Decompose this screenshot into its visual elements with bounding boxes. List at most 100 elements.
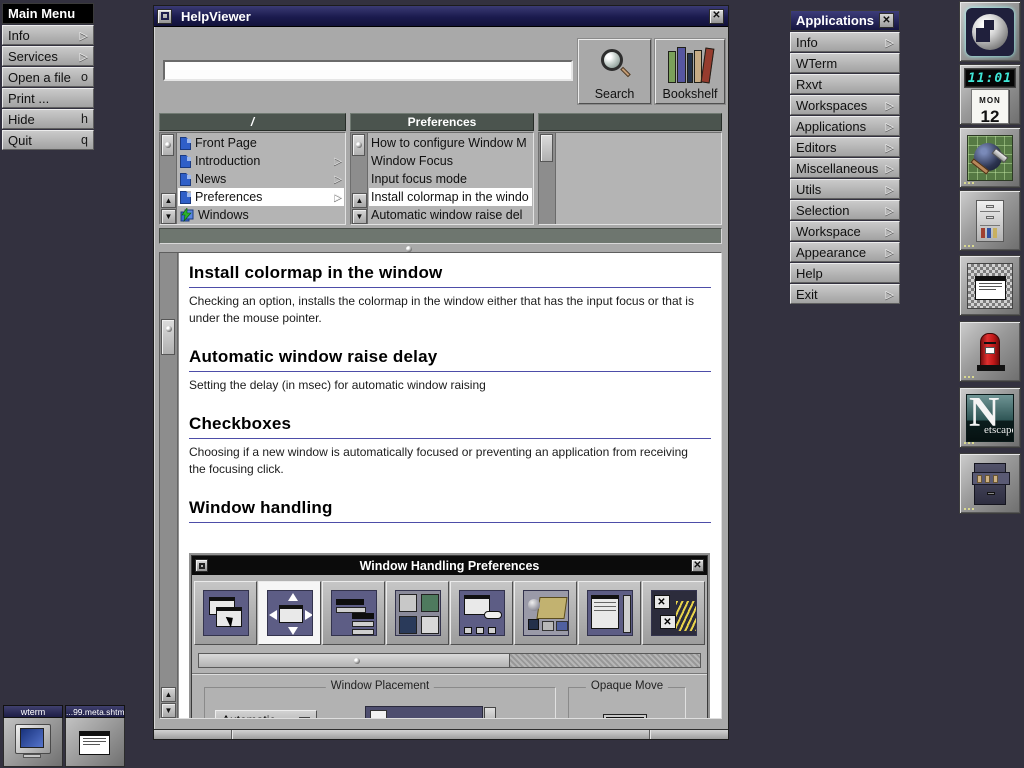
glyph [542, 621, 554, 631]
resize-grip [231, 730, 233, 739]
menu-item-quit[interactable]: Quit q [2, 130, 94, 150]
scroll-up-button[interactable]: ▲ [352, 193, 367, 208]
submenu-arrow-icon: ▷ [886, 120, 894, 133]
scrollbar-knob[interactable] [161, 134, 174, 156]
screenshot-pref-tab-expert: ✕ ✕ [642, 581, 705, 645]
column-scrollbar[interactable] [539, 133, 556, 224]
help-section: Checkboxes Choosing if a new window is a… [189, 414, 711, 478]
glyph [459, 590, 505, 636]
content-scrollbar[interactable]: ▲ ▼ [160, 253, 178, 718]
browser-horizontal-scrollbar[interactable] [159, 228, 722, 244]
search-icon-zone [579, 40, 650, 87]
dock-tile-gnustep-logo[interactable] [959, 1, 1021, 62]
menu-item-exit[interactable]: Exit ▷ [790, 284, 900, 304]
browser-rows: Front Page Introduction ▷ News ▷ Prefere… [178, 134, 344, 224]
list-item-preferences[interactable]: Preferences ▷ [178, 188, 344, 206]
menu-item-label: Services [8, 49, 80, 64]
search-input[interactable] [163, 60, 573, 81]
glyph [352, 621, 374, 627]
miniwindow-wterm[interactable]: wterm [3, 705, 63, 767]
column-scrollbar[interactable]: ▲ ▼ [160, 133, 177, 224]
bookshelf-button[interactable]: Bookshelf [655, 39, 725, 104]
dock-tile-mailbox[interactable] [959, 321, 1021, 382]
glyph [421, 616, 439, 634]
dock-tile-file-cabinet[interactable] [959, 190, 1021, 251]
menu-item-info[interactable]: Info ▷ [2, 25, 94, 45]
menu-item-label: Quit [8, 133, 81, 148]
main-menu-titlebar[interactable]: Main Menu [2, 3, 94, 24]
dock-tile-paint-app[interactable] [959, 127, 1021, 188]
scroll-up-button[interactable]: ▲ [161, 193, 176, 208]
glyph [528, 599, 540, 611]
screenshot-groups: Window Placement Automatic Opaque [192, 675, 707, 718]
list-item-news[interactable]: News ▷ [178, 170, 344, 188]
list-item-windows[interactable]: Windows [178, 206, 344, 224]
menu-item-services[interactable]: Services ▷ [2, 46, 94, 66]
menu-item-label: Rxvt [796, 77, 894, 92]
applications-menu: Applications ✕ Info ▷ WTerm Rxvt Workspa… [790, 10, 900, 304]
scroll-down-button[interactable]: ▼ [352, 209, 367, 224]
menu-item-selection[interactable]: Selection ▷ [790, 200, 900, 220]
menu-item-workspaces[interactable]: Workspaces ▷ [790, 95, 900, 115]
list-item-label: Input focus mode [371, 172, 467, 186]
book-glyph [677, 47, 686, 83]
miniwindow-document[interactable]: ...99.meta.shtml [65, 705, 125, 767]
dock-tile-text-editor[interactable] [959, 255, 1021, 316]
helpviewer-titlebar[interactable]: HelpViewer ✕ [154, 6, 728, 27]
menu-item-workspace[interactable]: Workspace ▷ [790, 221, 900, 241]
menu-item-miscellaneous[interactable]: Miscellaneous ▷ [790, 158, 900, 178]
miniaturize-button[interactable] [157, 9, 172, 24]
menu-item-label: Miscellaneous [796, 161, 886, 176]
screenshot-pref-tab-placement [258, 581, 321, 645]
screenshot-window-handling-preferences: Window Handling Preferences ✕ [191, 555, 708, 718]
menu-item-info[interactable]: Info ▷ [790, 32, 900, 52]
menu-item-rxvt[interactable]: Rxvt [790, 74, 900, 94]
list-item-automatic-raise[interactable]: Automatic window raise del [369, 206, 532, 224]
submenu-arrow-icon: ▷ [80, 29, 88, 42]
scrollbar-knob[interactable] [161, 319, 175, 355]
search-button[interactable]: Search [578, 39, 651, 104]
list-item-input-focus-mode[interactable]: Input focus mode [369, 170, 532, 188]
miniaturize-icon [161, 12, 169, 20]
menu-item-label: Info [796, 35, 886, 50]
list-item-introduction[interactable]: Introduction ▷ [178, 152, 344, 170]
menu-close-button[interactable]: ✕ [879, 13, 894, 28]
scroll-up-button[interactable]: ▲ [161, 687, 176, 702]
glyph [591, 595, 619, 629]
scrollbar-knob[interactable] [540, 134, 553, 162]
scrollbar-knob[interactable] [352, 134, 365, 156]
applications-menu-titlebar[interactable]: Applications ✕ [790, 10, 900, 31]
dock-tile-netscape[interactable]: N etscape [959, 387, 1021, 448]
column-scrollbar[interactable]: ▲ ▼ [351, 133, 368, 224]
close-button[interactable]: ✕ [709, 9, 724, 24]
menu-item-utils[interactable]: Utils ▷ [790, 179, 900, 199]
document-icon [180, 155, 191, 168]
list-item-window-focus[interactable]: Window Focus [369, 152, 532, 170]
menu-item-print[interactable]: Print ... [2, 88, 94, 108]
clock-time: 11:01 [964, 68, 1016, 88]
list-item-how-to-configure[interactable]: How to configure Window M [369, 134, 532, 152]
menu-item-wterm[interactable]: WTerm [790, 53, 900, 73]
resize-bar[interactable] [154, 729, 728, 739]
screenshot-placement-map [365, 706, 483, 718]
menu-item-help[interactable]: Help [790, 263, 900, 283]
menu-item-label: Editors [796, 140, 886, 155]
glyph [288, 593, 298, 601]
menu-item-open-a-file[interactable]: Open a file o [2, 67, 94, 87]
group-title: Window Placement [326, 680, 434, 692]
menu-item-editors[interactable]: Editors ▷ [790, 137, 900, 157]
scroll-down-button[interactable]: ▼ [161, 703, 176, 718]
list-item-front-page[interactable]: Front Page [178, 134, 344, 152]
dock-tile-clock[interactable]: 11:01 MON 12 MAY [959, 64, 1021, 125]
glyph [399, 616, 417, 634]
menu-item-label: Applications [796, 119, 886, 134]
list-item-install-colormap[interactable]: Install colormap in the windo [369, 188, 532, 206]
dock-tile-drawer-cabinet[interactable] [959, 453, 1021, 514]
menu-item-label: Utils [796, 182, 886, 197]
menu-item-applications[interactable]: Applications ▷ [790, 116, 900, 136]
screenshot-pref-tab-icons [386, 581, 449, 645]
scroll-down-button[interactable]: ▼ [161, 209, 176, 224]
menu-item-hide[interactable]: Hide h [2, 109, 94, 129]
bookshelf-button-label: Bookshelf [663, 87, 718, 101]
menu-item-appearance[interactable]: Appearance ▷ [790, 242, 900, 262]
